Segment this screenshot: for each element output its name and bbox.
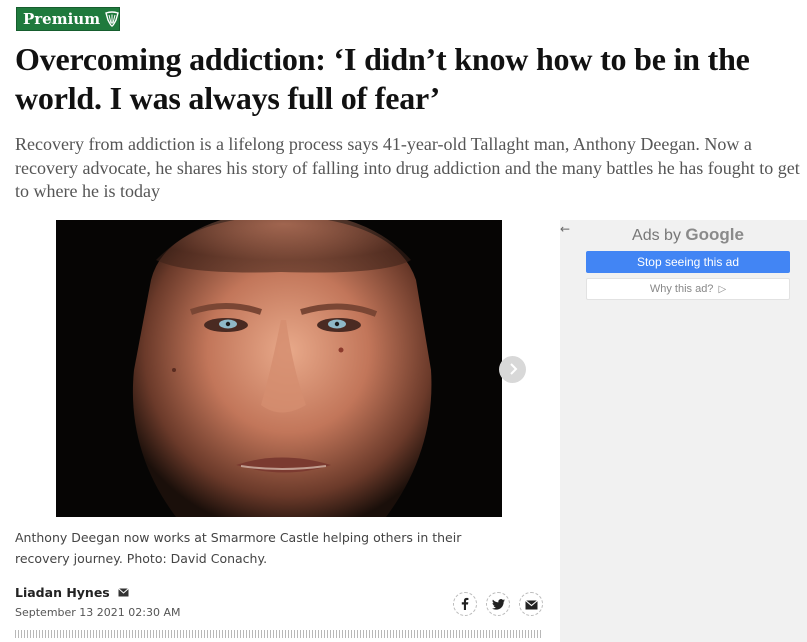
author-name[interactable]: Liadan Hynes bbox=[15, 585, 110, 600]
email-share-button[interactable] bbox=[519, 592, 543, 616]
byline: Liadan Hynes bbox=[15, 585, 129, 600]
divider bbox=[15, 630, 543, 638]
premium-badge: Premium bbox=[16, 7, 120, 31]
article-headline: Overcoming addiction: ‘I didn’t know how… bbox=[15, 41, 750, 116]
why-this-ad-button[interactable]: Why this ad? ▷ bbox=[586, 278, 790, 300]
email-icon bbox=[524, 595, 538, 614]
photo-caption: Anthony Deegan now works at Smarmore Cas… bbox=[15, 530, 462, 566]
premium-label: Premium bbox=[23, 10, 101, 28]
article-standfirst: Recovery from addiction is a lifelong pr… bbox=[15, 134, 800, 201]
article-photo bbox=[56, 220, 502, 517]
publish-date: September 13 2021 02:30 AM bbox=[15, 606, 181, 619]
ads-by-text: Ads by bbox=[632, 227, 681, 244]
twitter-share-button[interactable] bbox=[486, 592, 510, 616]
author-email-icon[interactable] bbox=[117, 588, 129, 597]
gallery-next-button[interactable] bbox=[499, 356, 526, 383]
twitter-icon bbox=[491, 595, 505, 614]
facebook-icon bbox=[461, 595, 469, 614]
google-wordmark: Google bbox=[685, 225, 744, 244]
ads-by-google-label: Ads by Google bbox=[586, 225, 790, 245]
harp-icon bbox=[105, 11, 119, 27]
stop-seeing-ad-button[interactable]: Stop seeing this ad bbox=[586, 251, 790, 273]
facebook-share-button[interactable] bbox=[453, 592, 477, 616]
why-this-ad-label: Why this ad? bbox=[649, 283, 714, 295]
play-info-icon: ▷ bbox=[718, 283, 727, 295]
chevron-right-icon bbox=[508, 360, 518, 379]
ad-back-arrow-icon[interactable]: ← bbox=[560, 222, 570, 236]
share-buttons bbox=[453, 592, 543, 616]
